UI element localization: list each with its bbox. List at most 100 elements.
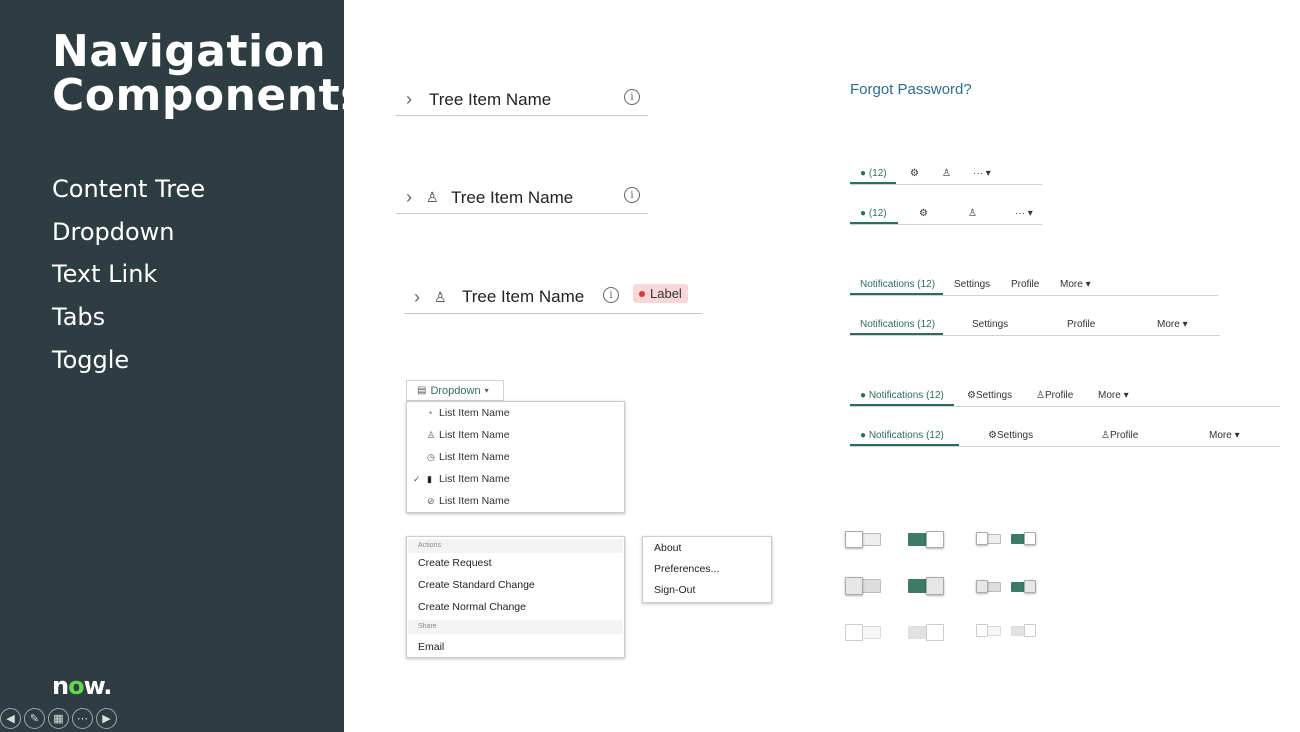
menu-item[interactable]: Email [418,641,444,653]
menu-item[interactable]: Sign-Out [654,584,695,596]
tab-notifications[interactable]: Notifications (12) [860,279,935,290]
dropdown-button-label: Dropdown [430,384,481,397]
tab-more[interactable]: More ▾ [1157,319,1188,330]
list-item-selected[interactable]: ✓ ▮ List Item Name [413,473,510,485]
tab-profile[interactable]: ♙Profile [1036,390,1073,401]
active-tab-indicator [850,404,954,406]
active-tab-indicator [850,293,943,295]
icon-text-tabs-compact: ● Notifications (12) ⚙Settings ♙Profile … [850,389,1280,407]
user-icon: ♙ [427,429,436,440]
active-tab-indicator [850,444,959,446]
tab-label: More [1157,319,1180,330]
caret-down-icon: ▾ [484,386,489,395]
bell-icon: ● [860,208,867,219]
tree-item-3[interactable]: › ♙ Tree Item Name i Label [404,281,702,314]
tab-notifications[interactable]: ● (12) [860,208,887,219]
slides-icon[interactable]: ▦ [48,708,69,729]
document-icon: ▤ [417,385,427,396]
info-icon[interactable]: i [624,187,640,203]
dropdown-button[interactable]: ▤ Dropdown ▾ [406,380,504,401]
menu-item[interactable]: Create Request [418,557,492,569]
chevron-right-icon[interactable]: › [414,287,434,308]
list-item-label: List Item Name [439,429,510,441]
active-tab-indicator [850,333,943,335]
tab-profile[interactable]: Profile [1067,319,1095,330]
tab-settings[interactable]: Settings [972,319,1008,330]
more-icon[interactable]: ··· ▾ [973,168,991,179]
actions-menu: Actions Create Request Create Standard C… [406,536,625,658]
options-icon[interactable]: ⋯ [72,708,93,729]
chevron-right-icon[interactable]: › [406,187,426,208]
menu-item[interactable]: Create Normal Change [418,601,526,613]
tree-item-1[interactable]: › Tree Item Name i [396,84,648,116]
paperclip-icon: ⊘ [427,495,435,506]
menu-item[interactable]: Create Standard Change [418,579,535,591]
info-icon[interactable]: i [603,287,619,303]
gear-icon[interactable]: ⚙ [910,168,919,179]
gear-icon[interactable]: ⚙ [919,208,928,219]
forgot-password-link[interactable]: Forgot Password? [850,81,972,98]
tab-more[interactable]: More ▾ [1060,279,1091,290]
clock-icon: ◷ [427,451,435,462]
checkmark-icon: ✓ [413,473,421,484]
bell-icon: ● [860,168,867,179]
list-item[interactable]: ⊘ List Item Name [427,495,510,507]
caret-down-icon: ▾ [1234,430,1240,441]
tab-label: Notifications (12) [868,430,944,441]
tree-item-name: Tree Item Name [451,187,574,207]
tab-label: Settings [996,430,1034,441]
user-icon[interactable]: ♙ [968,208,977,219]
menu-section-header: Share [408,620,623,634]
tab-more[interactable]: More ▾ [1209,430,1240,441]
slide-sidebar: Navigation Components Content Tree Dropd… [0,0,366,732]
tab-label: (12) [868,168,887,179]
list-item[interactable]: ◷ List Item Name [427,451,510,463]
menu-item[interactable]: Preferences... [654,563,719,575]
topic-content-tree: Content Tree [52,175,206,203]
info-icon[interactable]: i [624,89,640,105]
more-icon[interactable]: ··· ▾ [1015,208,1033,219]
topic-text-link: Text Link [52,260,158,288]
user-icon: ♙ [1036,390,1045,401]
menu-item[interactable]: About [654,542,681,554]
prev-slide-icon[interactable]: ◀ [0,708,21,729]
menu-section-header: Actions [408,539,623,553]
user-icon[interactable]: ♙ [942,168,951,179]
tab-settings[interactable]: Settings [954,279,990,290]
slide-title: Navigation Components [52,30,367,118]
icon-tabs-spread: ● (12) ⚙ ♙ ··· ▾ [850,207,1042,225]
user-menu: About Preferences... Sign-Out [642,536,772,603]
tab-more[interactable]: More ▾ [1098,390,1129,401]
list-item[interactable]: ◔ List Item Name [427,407,510,419]
pen-icon[interactable]: ✎ [24,708,45,729]
tree-item-2[interactable]: › ♙ Tree Item Name i [396,182,648,214]
tab-label: Profile [1109,430,1139,441]
chevron-right-icon[interactable]: › [406,89,426,110]
tab-notifications[interactable]: Notifications (12) [860,319,935,330]
document-icon: ▮ [427,473,432,484]
list-item-label: List Item Name [439,451,510,463]
list-item-label: List Item Name [439,473,510,485]
topic-toggle: Toggle [52,346,130,374]
topic-dropdown: Dropdown [52,218,175,246]
next-slide-icon[interactable]: ▶ [96,708,117,729]
tab-label: Notifications (12) [868,390,944,401]
list-item[interactable]: ♙ List Item Name [427,429,510,441]
label-text: Label [650,286,682,301]
tab-label: Profile [1044,390,1074,401]
now-logo: now. [52,672,112,700]
icon-text-tabs-spread: ● Notifications (12) ⚙Settings ♙Profile … [850,429,1280,447]
user-icon: ♙ [426,189,439,205]
tab-notifications[interactable]: ● Notifications (12) [860,430,944,441]
tab-notifications[interactable]: ● Notifications (12) [860,390,944,401]
dot-icon [639,290,645,297]
tab-profile[interactable]: Profile [1011,279,1039,290]
list-item-label: List Item Name [439,495,510,507]
tab-settings[interactable]: ⚙Settings [988,430,1033,441]
tab-profile[interactable]: ♙Profile [1101,430,1138,441]
tab-settings[interactable]: ⚙Settings [967,390,1012,401]
icon-tabs-compact: ● (12) ⚙ ♙ ··· ▾ [850,167,1042,185]
slideshow-controls: ◀ ✎ ▦ ⋯ ▶ [0,708,117,729]
caret-down-icon: ▾ [1182,319,1188,330]
tab-notifications[interactable]: ● (12) [860,168,887,179]
